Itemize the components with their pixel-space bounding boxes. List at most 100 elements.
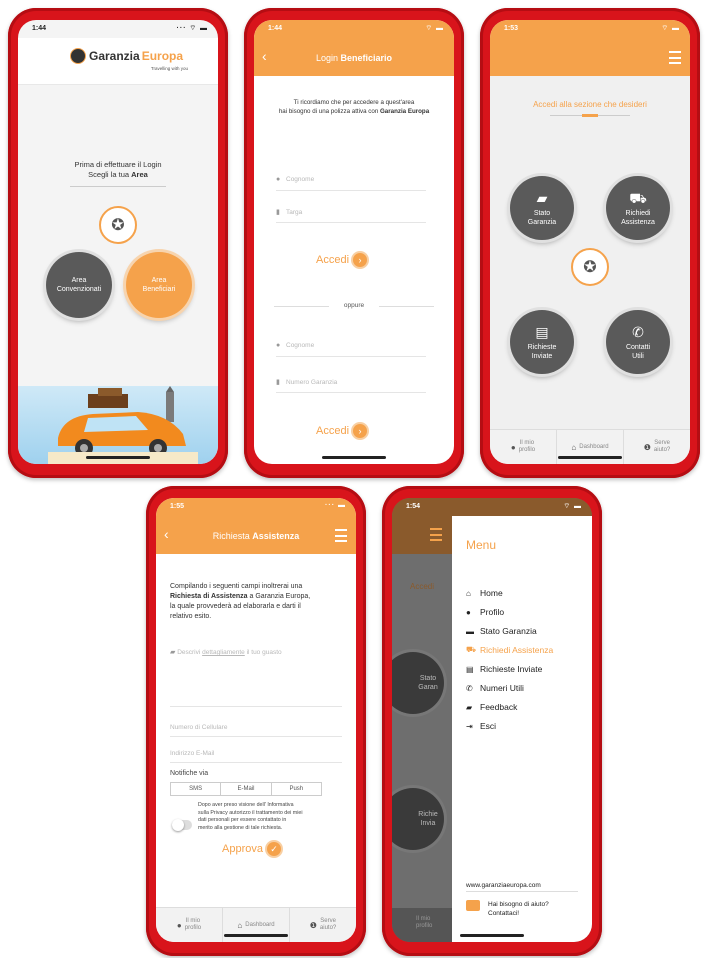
section-heading: Accedi alla sezione che desideri [533,100,647,109]
menu-label-esci: Esci [480,721,497,731]
status-bar: 1:54 ⌔ ▬ [392,498,592,516]
email-field[interactable]: Indirizzo E-Mail [170,750,342,763]
targa-field[interactable]: ▮ Targa [276,208,426,223]
intro-line-4: relativo esito. [170,613,212,620]
intro-bold: Richiesta di Assistenza [170,593,248,600]
phone-dashboard: 1:53 ⌔ ▬ Accedi alla sezione che desider… [480,8,700,478]
tab-aiuto[interactable]: ❶ Serve aiuto? [290,908,356,942]
status-time: 1:55 [170,503,185,510]
intro-line-1: Ti ricordiamo che per accedere a quest'a… [293,99,415,106]
menu-item-feedback[interactable]: ▰ Feedback [466,702,590,712]
car-icon: ⛟ [466,645,477,654]
cognome-field-2[interactable]: ● Cognome [276,342,426,357]
numero-garanzia-field[interactable]: ▮ Numero Garanzia [276,378,426,393]
intro-line-2: hai bisogno di una polizza attiva con Ga… [254,107,454,116]
status-bar: 1:44 ⌔ ▬ [254,20,454,38]
status-time: 1:44 [268,25,283,32]
accedi-button[interactable]: Accedi › [316,253,368,267]
approva-button[interactable]: Approva ✓ [222,842,281,856]
status-time: 1:54 [406,503,421,510]
menu-item-esci[interactable]: ⇥ Esci [466,721,590,731]
arrow-right-icon: › [353,424,368,438]
menu-label-home: Home [480,588,503,598]
status-icons: ⌔ ▬ [661,25,680,32]
menu-label-numeri: Numeri Utili [480,683,524,693]
info-icon: ❶ [643,442,651,452]
menu-item-profilo[interactable]: ● Profilo [466,607,590,617]
status-bar: 1:55 ··· ▬ [156,498,356,516]
richieste-line2: Inviate [531,352,553,360]
privacy-toggle[interactable] [172,819,192,831]
dimmed-stato-l1: Stato [419,675,437,682]
home-indicator [460,934,524,937]
area-convenzionati-button[interactable]: Area Convenzionati [46,252,112,318]
phone-icon: ✆ [632,323,644,340]
hamburger-menu-icon[interactable] [430,528,442,541]
intro-line-3: la quale provvederà ad elaborarla e dart… [170,603,301,610]
tab-aiuto-l1: Serve [320,918,336,924]
screen-dashboard: 1:53 ⌔ ▬ Accedi alla sezione che desider… [490,20,690,464]
richiedi-line1: Richiedi [625,209,651,217]
menu-item-stato-garanzia[interactable]: ▬ Stato Garanzia [466,626,590,636]
cognome-field[interactable]: ● Cognome [276,176,426,191]
info-icon: ❶ [309,920,317,930]
status-time: 1:44 [32,25,47,32]
tab-profilo-l2: profilo [184,925,202,931]
phone-icon: ✆ [466,683,473,693]
heading-underline-accent [582,114,598,117]
list-icon: ▤ [466,664,474,674]
tab-profilo[interactable]: ● Il mio profilo [156,908,223,942]
guasto-textarea[interactable]: ▰ Descrivi dettagliamente il tuo guasto [170,648,342,707]
user-icon: ● [276,342,281,349]
menu-list: ⌂ Home ● Profilo ▬ Stato Garanzia ⛟ Richiedi… [466,588,590,740]
btn-conv-line1: Area [71,277,87,284]
help-text[interactable]: Hai bisogno di aiuto? Contattaci! [488,900,549,918]
home-icon: ⌂ [466,588,471,598]
exit-icon: ⇥ [466,721,473,731]
hamburger-menu-icon[interactable] [669,51,681,64]
menu-divider [466,891,578,892]
opt-email[interactable]: E-Mail [221,783,272,795]
title-part-b: Beneficiario [340,53,393,63]
screen-richiesta: 1:55 ··· ▬ ‹ Richiesta Assistenza Compil… [156,498,356,942]
car-illustration [48,386,198,464]
contatti-utili-button[interactable]: ✆ Contatti Utili [606,310,670,374]
cellulare-field[interactable]: Numero di Cellulare [170,724,342,737]
area-beneficiari-button[interactable]: Area Beneficiari [126,252,192,318]
tab-aiuto[interactable]: ❶ Serve aiuto? [624,430,690,464]
website-link[interactable]: www.garanziaeuropa.com [466,882,541,889]
opt-sms[interactable]: SMS [171,783,222,795]
home-icon: ⌂ [237,920,243,930]
menu-item-richiedi-assistenza[interactable]: ⛟ Richiedi Assistenza [466,645,590,655]
screen-area-selection: 1:44 ··· ⌔ ▬ Garanzia Europa Travelling … [18,20,218,464]
page-title: Richiesta Assistenza [156,531,356,541]
europe-badge-icon: ✪ [571,248,609,286]
stato-garanzia-button[interactable]: ▰ Stato Garanzia [510,176,574,240]
help-chat-icon [466,900,480,911]
btn-conv-line2: Convenzionati [56,286,102,293]
privacy-line-2: sulla Privacy autorizzo il trattamento d… [198,809,303,816]
richiesta-intro: Compilando i seguenti campi inoltrerai u… [170,582,346,622]
cell-placeholder: Numero di Cellulare [170,724,228,731]
intro-rest: a Garanzia Europa, [247,593,311,600]
help-line-2: Contattaci! [488,910,520,917]
menu-item-richieste-inviate[interactable]: ▤ Richieste Inviate [466,664,590,674]
intro-line-2: Richiesta di Assistenza a Garanzia Europ… [170,592,346,602]
menu-item-numeri-utili[interactable]: ✆ Numeri Utili [466,683,590,693]
brand-tagline: Travelling with you [150,66,188,71]
accedi-button-2[interactable]: Accedi › [316,424,368,438]
richiedi-line2: Assistenza [621,218,655,226]
page-title: Login Beneficiario [254,53,454,63]
check-icon: ✓ [266,842,281,856]
hamburger-middle-line [430,533,442,536]
opt-push[interactable]: Push [272,783,321,795]
richiedi-assistenza-button[interactable]: ⛟ Richiedi Assistenza [606,176,670,240]
menu-item-home[interactable]: ⌂ Home [466,588,590,598]
richieste-inviate-button[interactable]: ▤ Richieste Inviate [510,310,574,374]
help-line-1: Hai bisogno di aiuto? [488,901,549,908]
dimmed-tab-l1: Il mio [416,916,431,922]
tab-profilo[interactable]: ● Il mio profilo [490,430,557,464]
globe-logo-icon [70,48,86,64]
login-intro: Ti ricordiamo che per accedere a quest'a… [254,98,454,116]
cognome2-placeholder: Cognome [286,342,315,349]
